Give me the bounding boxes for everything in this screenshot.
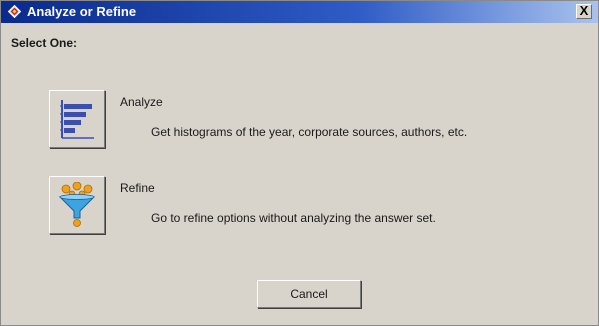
refine-button[interactable]	[49, 176, 105, 234]
funnel-icon	[58, 182, 96, 227]
analyze-description: Get histograms of the year, corporate so…	[151, 125, 468, 139]
histogram-icon	[60, 100, 94, 139]
title-bar[interactable]: Analyze or Refine X	[1, 1, 598, 23]
analyze-label: Analyze	[120, 95, 163, 109]
close-icon: X	[579, 3, 589, 18]
window-title: Analyze or Refine	[27, 4, 137, 19]
refine-label: Refine	[120, 181, 155, 195]
close-button[interactable]: X	[576, 4, 592, 19]
analyze-or-refine-dialog: Analyze or Refine X Select One: Analyze …	[0, 0, 599, 326]
cancel-button[interactable]: Cancel	[257, 280, 361, 308]
select-one-label: Select One:	[11, 36, 78, 50]
refine-description: Go to refine options without analyzing t…	[151, 211, 436, 225]
app-icon	[7, 4, 22, 19]
analyze-button[interactable]	[49, 90, 105, 148]
